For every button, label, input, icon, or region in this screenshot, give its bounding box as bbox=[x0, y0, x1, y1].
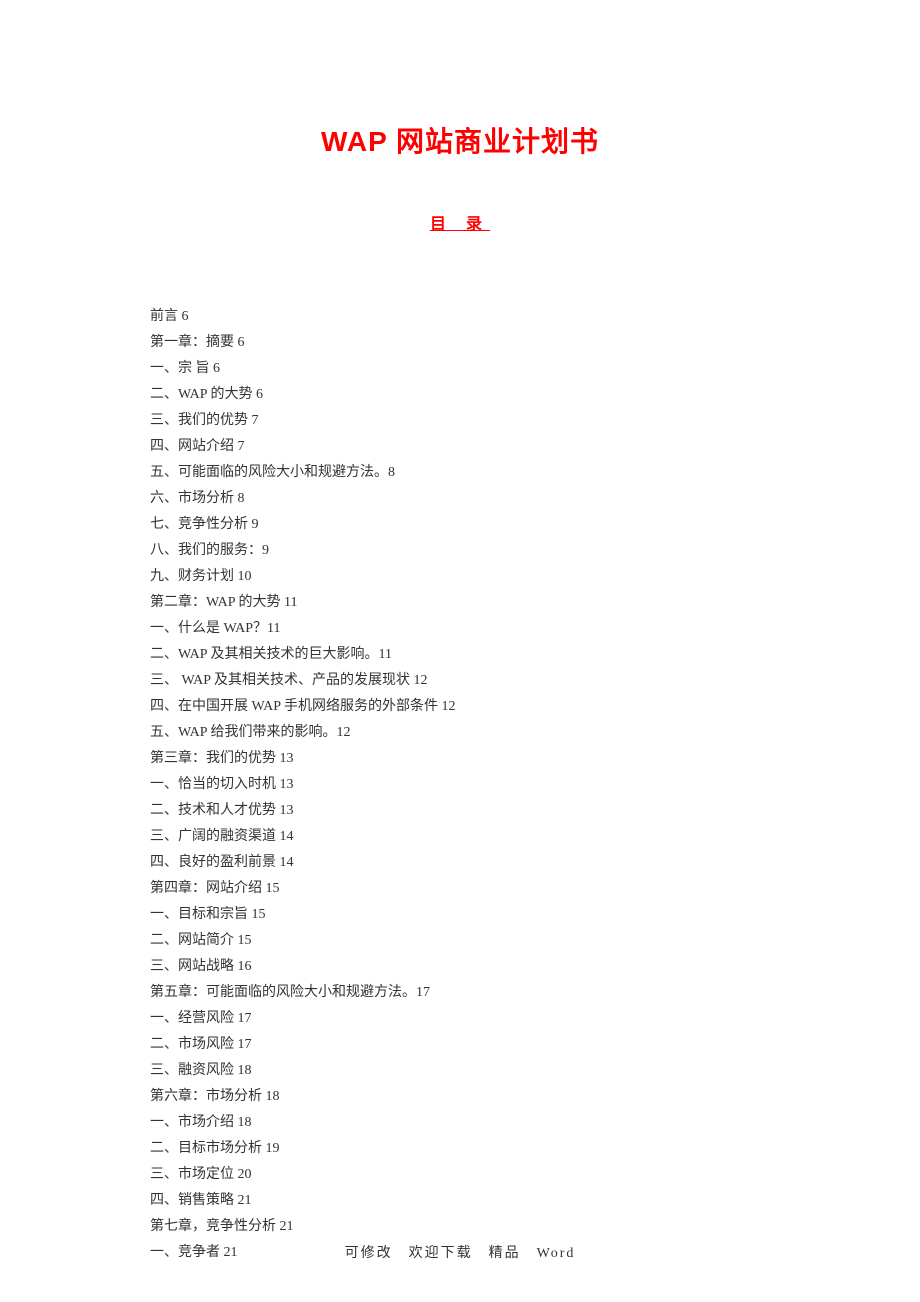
toc-item: 第四章：网站介绍 15 bbox=[150, 876, 770, 902]
toc-item: 五、可能面临的风险大小和规避方法。8 bbox=[150, 460, 770, 486]
toc-item: 一、目标和宗旨 15 bbox=[150, 902, 770, 928]
toc-item: 一、恰当的切入时机 13 bbox=[150, 772, 770, 798]
toc-item: 八、我们的服务：9 bbox=[150, 538, 770, 564]
toc-item: 五、WAP 给我们带来的影响。12 bbox=[150, 720, 770, 746]
toc-item: 三、 WAP 及其相关技术、产品的发展现状 12 bbox=[150, 668, 770, 694]
toc-item: 四、良好的盈利前景 14 bbox=[150, 850, 770, 876]
toc-item: 二、市场风险 17 bbox=[150, 1032, 770, 1058]
toc-heading: 目 录 bbox=[150, 210, 770, 234]
toc-item: 第三章：我们的优势 13 bbox=[150, 746, 770, 772]
toc-item: 一、宗 旨 6 bbox=[150, 356, 770, 382]
toc-item: 第六章：市场分析 18 bbox=[150, 1084, 770, 1110]
toc-item: 九、财务计划 10 bbox=[150, 564, 770, 590]
toc-item: 二、网站简介 15 bbox=[150, 928, 770, 954]
toc-item: 四、在中国开展 WAP 手机网络服务的外部条件 12 bbox=[150, 694, 770, 720]
toc-item: 一、什么是 WAP？11 bbox=[150, 616, 770, 642]
toc-item: 一、市场介绍 18 bbox=[150, 1110, 770, 1136]
toc-item: 四、销售策略 21 bbox=[150, 1188, 770, 1214]
toc-item: 第二章：WAP 的大势 11 bbox=[150, 590, 770, 616]
toc-item: 三、网站战略 16 bbox=[150, 954, 770, 980]
toc-item: 前言 6 bbox=[150, 304, 770, 330]
page-footer: 可修改 欢迎下载 精品 Word bbox=[0, 1242, 920, 1262]
toc-item: 三、市场定位 20 bbox=[150, 1162, 770, 1188]
toc-item: 第七章，竞争性分析 21 bbox=[150, 1214, 770, 1240]
toc-item: 一、经营风险 17 bbox=[150, 1006, 770, 1032]
toc-item: 六、市场分析 8 bbox=[150, 486, 770, 512]
table-of-contents: 前言 6 第一章：摘要 6 一、宗 旨 6 二、WAP 的大势 6 三、我们的优… bbox=[150, 304, 770, 1266]
toc-item: 三、我们的优势 7 bbox=[150, 408, 770, 434]
document-page: WAP 网站商业计划书 目 录 前言 6 第一章：摘要 6 一、宗 旨 6 二、… bbox=[0, 0, 920, 1266]
toc-item: 二、WAP 的大势 6 bbox=[150, 382, 770, 408]
toc-item: 二、技术和人才优势 13 bbox=[150, 798, 770, 824]
document-title: WAP 网站商业计划书 bbox=[150, 120, 770, 160]
toc-item: 二、WAP 及其相关技术的巨大影响。11 bbox=[150, 642, 770, 668]
toc-item: 第一章：摘要 6 bbox=[150, 330, 770, 356]
toc-item: 第五章：可能面临的风险大小和规避方法。17 bbox=[150, 980, 770, 1006]
toc-item: 二、目标市场分析 19 bbox=[150, 1136, 770, 1162]
toc-item: 三、广阔的融资渠道 14 bbox=[150, 824, 770, 850]
toc-item: 七、竞争性分析 9 bbox=[150, 512, 770, 538]
toc-item: 三、融资风险 18 bbox=[150, 1058, 770, 1084]
toc-item: 四、网站介绍 7 bbox=[150, 434, 770, 460]
